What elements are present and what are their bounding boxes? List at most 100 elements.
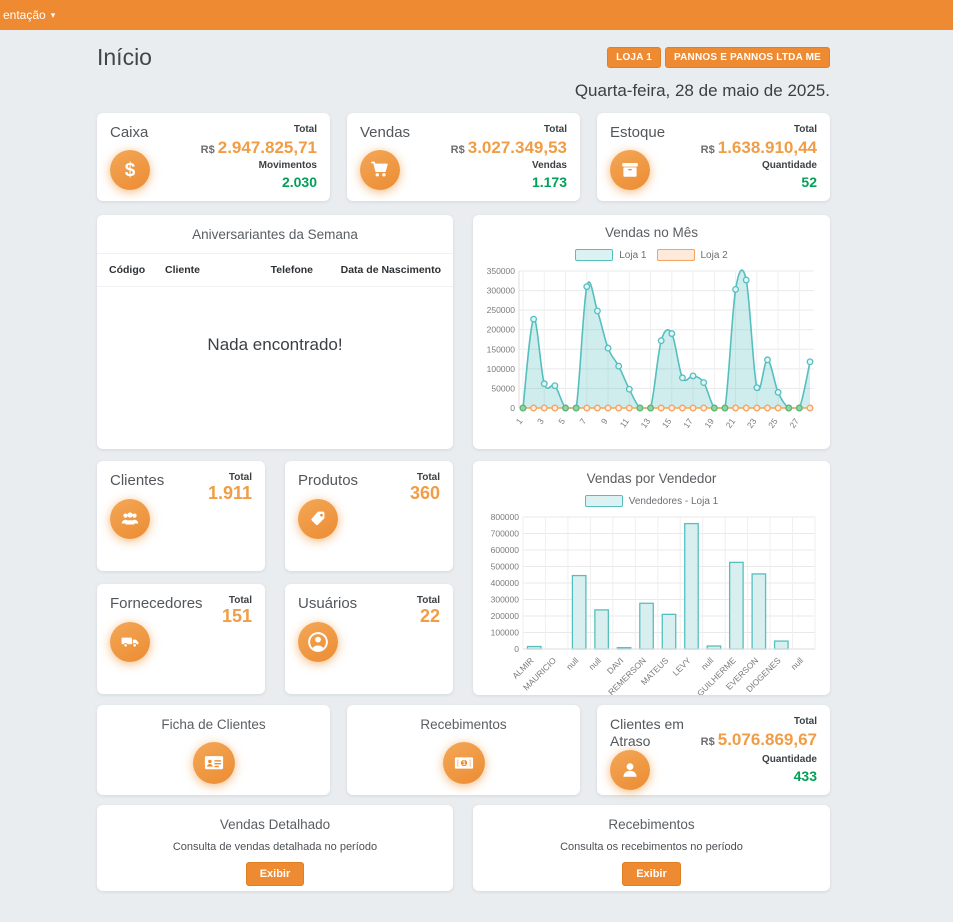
movimentos-label: Movimentos bbox=[201, 160, 317, 171]
produtos-value: 360 bbox=[410, 483, 440, 504]
caixa-title: Caixa bbox=[110, 124, 150, 141]
svg-text:400000: 400000 bbox=[491, 578, 520, 588]
currency-symbol: R$ bbox=[451, 144, 465, 156]
recebimentos-title: Recebimentos bbox=[359, 717, 568, 732]
birthdays-title: Aniversariantes da Semana bbox=[97, 227, 453, 242]
vendas-detalhado-title: Vendas Detalhado bbox=[109, 817, 441, 832]
svg-text:15: 15 bbox=[660, 416, 674, 430]
svg-text:0: 0 bbox=[510, 403, 515, 413]
fornecedores-card[interactable]: Fornecedores Total 151 bbox=[97, 584, 265, 694]
id-card-icon bbox=[193, 742, 235, 784]
col-nascimento: Data de Nascimento bbox=[317, 264, 441, 276]
clientes-atraso-title: Clientes em Atraso bbox=[610, 716, 700, 750]
estoque-card[interactable]: Estoque Total R$1.638.910,44 Quantidade … bbox=[597, 113, 830, 201]
quantidade-label: Quantidade bbox=[701, 754, 817, 765]
svg-text:21: 21 bbox=[724, 416, 738, 430]
total-label: Total bbox=[701, 716, 817, 727]
svg-text:100000: 100000 bbox=[487, 364, 516, 374]
page-title: Início bbox=[97, 44, 152, 71]
vendor-chart-title: Vendas por Vendedor bbox=[483, 471, 820, 486]
recebimentos-card[interactable]: Recebimentos 1 bbox=[347, 705, 580, 795]
birthdays-card: Aniversariantes da Semana Código Cliente… bbox=[97, 215, 453, 449]
dashboard-page: Início LOJA 1 PANNOS E PANNOS LTDA ME Qu… bbox=[97, 30, 830, 891]
svg-text:5: 5 bbox=[556, 416, 567, 426]
ficha-clientes-card[interactable]: Ficha de Clientes bbox=[97, 705, 330, 795]
legend-swatch-vendedores bbox=[585, 495, 623, 507]
money-bill-icon: 1 bbox=[443, 742, 485, 784]
total-label: Total bbox=[208, 472, 252, 483]
svg-text:100000: 100000 bbox=[491, 628, 520, 638]
person-icon bbox=[610, 750, 650, 790]
caixa-count-value: 2.030 bbox=[201, 174, 317, 190]
caixa-total-value: 2.947.825,71 bbox=[218, 138, 317, 157]
svg-text:700000: 700000 bbox=[491, 529, 520, 539]
total-label: Total bbox=[222, 595, 252, 606]
month-chart-legend: Loja 1 Loja 2 bbox=[483, 249, 820, 261]
col-codigo: Código bbox=[109, 264, 161, 276]
currency-symbol: R$ bbox=[201, 144, 215, 156]
total-label: Total bbox=[451, 124, 567, 135]
svg-text:800000: 800000 bbox=[491, 512, 520, 522]
svg-text:500000: 500000 bbox=[491, 562, 520, 572]
svg-text:null: null bbox=[789, 655, 806, 672]
svg-text:19: 19 bbox=[702, 416, 716, 430]
quantidade-label: Quantidade bbox=[701, 160, 817, 171]
birthdays-table-header: Código Cliente Telefone Data de Nascimen… bbox=[97, 254, 453, 287]
clientes-atraso-card[interactable]: Clientes em Atraso Total R$5.076.869,67 … bbox=[597, 705, 830, 795]
vendor-sales-chart: 0100000200000300000400000500000600000700… bbox=[483, 509, 820, 695]
svg-text:11: 11 bbox=[618, 416, 631, 429]
vendas-count-label: Vendas bbox=[451, 160, 567, 171]
current-date: Quarta-feira, 28 de maio de 2025. bbox=[97, 81, 830, 101]
month-sales-chart-card: Vendas no Mês Loja 1 Loja 2 050000100000… bbox=[473, 215, 830, 449]
store-button[interactable]: LOJA 1 bbox=[607, 47, 661, 68]
exibir-vendas-button[interactable]: Exibir bbox=[246, 862, 305, 886]
estoque-total-value: 1.638.910,44 bbox=[718, 138, 817, 157]
estoque-count-value: 52 bbox=[701, 174, 817, 190]
vendor-sales-chart-card: Vendas por Vendedor Vendedores - Loja 1 … bbox=[473, 461, 830, 695]
svg-text:7: 7 bbox=[578, 416, 589, 426]
legend-label-vendedores: Vendedores - Loja 1 bbox=[629, 496, 719, 507]
clientes-card[interactable]: Clientes Total 1.911 bbox=[97, 461, 265, 571]
col-cliente: Cliente bbox=[165, 264, 245, 276]
recebimentos-report-desc: Consulta os recebimentos no período bbox=[485, 841, 818, 853]
legend-swatch-loja2 bbox=[657, 249, 695, 261]
caixa-card[interactable]: Caixa $ Total R$2.947.825,71 Movimentos … bbox=[97, 113, 330, 201]
atraso-count-value: 433 bbox=[701, 768, 817, 784]
svg-text:25: 25 bbox=[766, 416, 780, 430]
company-button[interactable]: PANNOS E PANNOS LTDA ME bbox=[665, 47, 830, 68]
svg-text:150000: 150000 bbox=[487, 344, 516, 354]
total-label: Total bbox=[201, 124, 317, 135]
legend-label-loja2: Loja 2 bbox=[701, 250, 728, 261]
people-icon bbox=[110, 499, 150, 539]
total-label: Total bbox=[417, 595, 440, 606]
svg-text:300000: 300000 bbox=[491, 595, 520, 605]
svg-text:300000: 300000 bbox=[487, 286, 516, 296]
nav-menu-item[interactable]: entação ▾ bbox=[3, 8, 55, 22]
vendas-detalhado-card: Vendas Detalhado Consulta de vendas deta… bbox=[97, 805, 453, 891]
atraso-total-value: 5.076.869,67 bbox=[718, 730, 817, 749]
clientes-value: 1.911 bbox=[208, 483, 252, 504]
dollar-icon: $ bbox=[110, 150, 150, 190]
total-label: Total bbox=[410, 472, 440, 483]
col-telefone: Telefone bbox=[249, 264, 313, 276]
produtos-card[interactable]: Produtos Total 360 bbox=[285, 461, 453, 571]
svg-text:9: 9 bbox=[599, 416, 610, 426]
vendas-count-value: 1.173 bbox=[451, 174, 567, 190]
svg-text:null: null bbox=[564, 655, 581, 672]
exibir-recebimentos-button[interactable]: Exibir bbox=[622, 862, 681, 886]
box-icon bbox=[610, 150, 650, 190]
svg-text:1: 1 bbox=[514, 416, 525, 426]
empty-message: Nada encontrado! bbox=[97, 335, 453, 355]
svg-text:250000: 250000 bbox=[487, 305, 516, 315]
legend-swatch-loja1 bbox=[575, 249, 613, 261]
estoque-title: Estoque bbox=[610, 124, 665, 141]
svg-text:200000: 200000 bbox=[487, 325, 516, 335]
svg-text:600000: 600000 bbox=[491, 545, 520, 555]
svg-text:50000: 50000 bbox=[491, 383, 515, 393]
truck-icon bbox=[110, 622, 150, 662]
usuarios-card[interactable]: Usuários Total 22 bbox=[285, 584, 453, 694]
vendas-card[interactable]: Vendas Total R$3.027.349,53 Vendas 1.173 bbox=[347, 113, 580, 201]
svg-text:0: 0 bbox=[514, 644, 519, 654]
svg-text:null: null bbox=[699, 655, 716, 672]
tag-icon bbox=[298, 499, 338, 539]
